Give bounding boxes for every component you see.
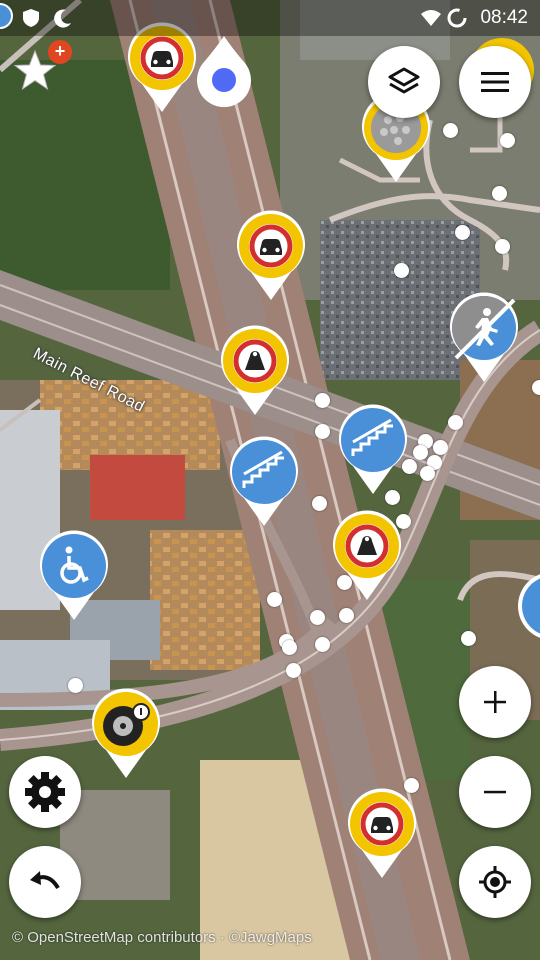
quest-pin-no-vehicles[interactable] (235, 210, 307, 302)
gear-icon (25, 772, 65, 812)
node-dot[interactable] (455, 225, 470, 240)
node-dot[interactable] (461, 631, 476, 646)
node-dot[interactable] (339, 608, 354, 623)
undo-icon (30, 871, 60, 890)
node-dot[interactable] (312, 496, 327, 511)
quest-pin-steps[interactable] (228, 436, 300, 528)
moon-icon (54, 9, 71, 28)
status-time: 08:42 (480, 7, 528, 28)
node-dot[interactable] (448, 415, 463, 430)
node-dot[interactable] (443, 123, 458, 138)
locate-button[interactable] (459, 846, 531, 918)
car-icon (371, 817, 393, 833)
node-dot[interactable] (315, 393, 330, 408)
quest-pin-foot-path[interactable] (448, 292, 520, 384)
node-dot[interactable] (282, 640, 297, 655)
menu-button[interactable] (459, 46, 531, 118)
node-dot[interactable] (532, 380, 540, 395)
node-dot[interactable] (413, 445, 428, 460)
wifi-icon (421, 10, 441, 26)
car-icon (260, 239, 282, 255)
layers-icon (388, 67, 420, 94)
undo-button[interactable] (9, 846, 81, 918)
minus-icon (484, 790, 506, 794)
star-badge: + (48, 40, 72, 64)
layers-button[interactable] (368, 46, 440, 118)
status-bar: 08:42 (0, 0, 540, 36)
node-dot[interactable] (492, 186, 507, 201)
quest-pin-wheelchair[interactable] (38, 530, 110, 622)
plus-icon (484, 691, 506, 713)
node-dot[interactable] (394, 263, 409, 278)
notification-icon (0, 3, 13, 29)
shield-icon (23, 9, 39, 27)
menu-icon (481, 72, 509, 92)
node-dot[interactable] (310, 610, 325, 625)
quest-pin-partial-blue[interactable] (516, 570, 540, 650)
node-dot[interactable] (420, 466, 435, 481)
map-attribution[interactable]: © OpenStreetMap contributors · ©JawgMaps (12, 929, 312, 946)
node-dot[interactable] (267, 592, 282, 607)
quest-pin-tyre-pump[interactable] (90, 688, 162, 780)
current-location-marker[interactable] (194, 34, 254, 108)
settings-button[interactable] (9, 756, 81, 828)
node-dot[interactable] (286, 663, 301, 678)
zoom-out-button[interactable] (459, 756, 531, 828)
node-dot[interactable] (68, 678, 83, 693)
node-dot[interactable] (315, 637, 330, 652)
quest-pin-weight-limit[interactable] (331, 510, 403, 602)
quest-pin-weight-limit[interactable] (219, 325, 291, 417)
quest-pin-no-vehicles[interactable] (346, 788, 418, 880)
node-dot[interactable] (315, 424, 330, 439)
node-dot[interactable] (433, 440, 448, 455)
node-dot[interactable] (500, 133, 515, 148)
node-dot[interactable] (495, 239, 510, 254)
car-icon (151, 51, 173, 67)
battery-icon (447, 8, 467, 28)
gps-locate-icon (479, 866, 511, 898)
zoom-in-button[interactable] (459, 666, 531, 738)
quest-pin-steps[interactable] (337, 404, 409, 496)
